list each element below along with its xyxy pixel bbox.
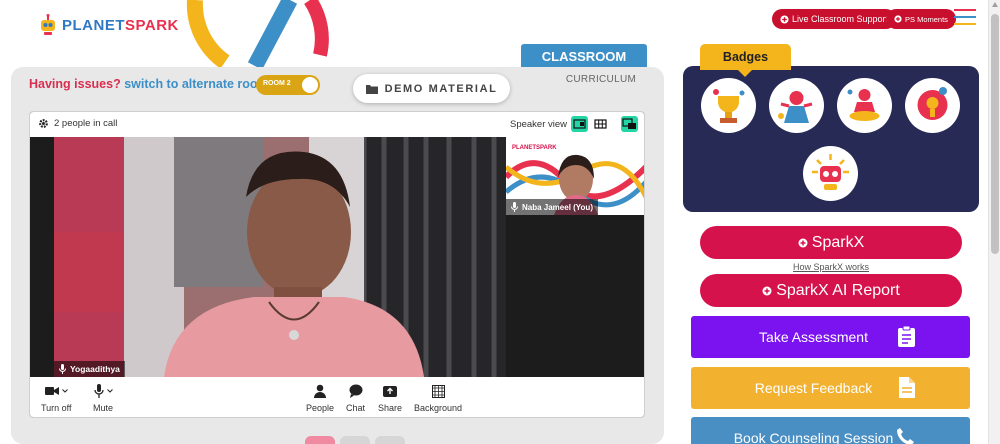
- folder-icon: [365, 84, 378, 94]
- room-toggle[interactable]: ROOM 2: [256, 75, 320, 95]
- grid-view-button[interactable]: [592, 116, 609, 132]
- robot-badge-icon[interactable]: [803, 146, 858, 201]
- microphone-icon: [59, 364, 66, 374]
- badges-title: Badges: [700, 44, 791, 70]
- speaker-view-label: Speaker view: [510, 119, 568, 130]
- svg-text:PLANETSPARK: PLANETSPARK: [512, 145, 557, 151]
- bottom-tool-button[interactable]: [340, 436, 370, 444]
- chevron-down-icon[interactable]: [106, 389, 113, 393]
- request-feedback-button[interactable]: Request Feedback: [691, 367, 970, 409]
- bottom-tool-button[interactable]: [375, 436, 405, 444]
- video-call-window: 2 people in call Speaker view Yogaadithy…: [29, 111, 645, 418]
- people-count: 2 people in call: [54, 118, 118, 129]
- microphone-icon: [511, 202, 518, 212]
- participant-video-frame: [54, 137, 506, 377]
- grid-layout-icon: [594, 119, 607, 129]
- scroll-up-arrow-icon[interactable]: [992, 2, 998, 7]
- ps-moments-button[interactable]: PS Moments: [886, 9, 956, 29]
- chat-bubble-icon: [349, 384, 362, 398]
- hamburger-menu-icon[interactable]: [954, 9, 976, 27]
- self-view-name-tag: Naba Jameel (You): [506, 199, 598, 215]
- trophy-badge-icon[interactable]: [701, 78, 756, 133]
- badges-panel: [683, 66, 979, 212]
- speaker-layout-icon: [573, 119, 586, 129]
- plus-icon: [780, 14, 789, 24]
- meditation-badge-icon[interactable]: [837, 78, 892, 133]
- logo-text: PLANETSPARK: [62, 16, 179, 34]
- tab-curriculum[interactable]: CURRICULUM: [556, 74, 646, 85]
- switch-room-link[interactable]: switch to alternate room: [124, 77, 268, 91]
- superhero-badge-icon[interactable]: [769, 78, 824, 133]
- sparkx-ai-report-button[interactable]: SparkX AI Report: [700, 274, 962, 307]
- take-assessment-button[interactable]: Take Assessment: [691, 316, 970, 358]
- badges-tab-pointer: [738, 70, 752, 77]
- bottom-tool-button[interactable]: [305, 436, 335, 444]
- speaker-view-button[interactable]: [571, 116, 588, 132]
- background-grid-icon: [431, 384, 445, 398]
- chat-button[interactable]: Chat: [346, 382, 365, 413]
- pip-layout-icon: [622, 118, 636, 129]
- people-button[interactable]: People: [306, 382, 334, 413]
- main-participant-video: Yogaadithya: [54, 137, 506, 377]
- tab-classroom[interactable]: CLASSROOM: [521, 44, 647, 69]
- scrollbar-thumb[interactable]: [991, 14, 999, 254]
- issues-notice: Having issues? switch to alternate room: [29, 77, 269, 91]
- chevron-down-icon[interactable]: [61, 389, 68, 393]
- settings-icon[interactable]: [38, 118, 49, 129]
- idea-badge-icon[interactable]: [905, 78, 960, 133]
- call-controls-bar: Turn off Mute People Chat Share Backgrou…: [30, 377, 644, 417]
- document-icon: [899, 377, 915, 398]
- pip-view-button[interactable]: [621, 116, 638, 132]
- book-counseling-button[interactable]: Book Counseling Session: [691, 417, 970, 444]
- plus-icon: [798, 238, 808, 247]
- room-toggle-label: ROOM 2: [263, 80, 291, 87]
- logo-robot-icon: [41, 14, 55, 35]
- demo-material-button[interactable]: DEMO MATERIAL: [353, 74, 510, 103]
- how-sparkx-works-link[interactable]: How SparkX works: [700, 262, 962, 272]
- clipboard-icon: [898, 326, 915, 347]
- call-toolbar: 2 people in call Speaker view: [30, 112, 644, 137]
- share-screen-icon: [383, 385, 398, 397]
- page-scrollbar[interactable]: [988, 0, 1000, 444]
- video-camera-icon: [44, 387, 59, 395]
- mute-button[interactable]: Mute: [93, 382, 113, 413]
- phone-icon: [897, 428, 914, 444]
- plus-icon: [894, 15, 902, 23]
- planetspark-logo[interactable]: PLANETSPARK: [38, 14, 179, 36]
- sparkx-button[interactable]: SparkX: [700, 226, 962, 259]
- background-decoration: [186, 0, 329, 70]
- main-participant-name-tag: Yogaadithya: [54, 361, 125, 377]
- self-view-video: PLANETSPARK Naba Jameel (You): [506, 137, 644, 215]
- background-button[interactable]: Background: [414, 382, 462, 413]
- microphone-icon: [93, 384, 104, 398]
- plus-icon: [762, 286, 772, 295]
- share-button[interactable]: Share: [378, 382, 402, 413]
- person-icon: [314, 384, 327, 398]
- live-classroom-support-button[interactable]: Live Classroom Support: [772, 9, 897, 29]
- camera-toggle-button[interactable]: Turn off: [41, 382, 72, 413]
- toggle-knob: [302, 77, 318, 93]
